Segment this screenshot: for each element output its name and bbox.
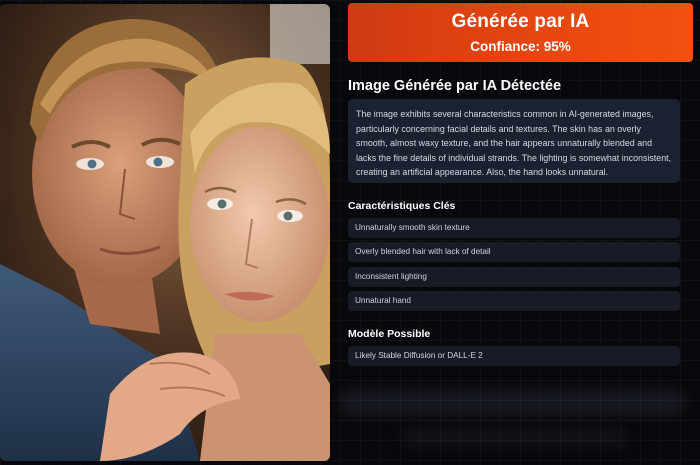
analyzed-photo [0, 4, 330, 461]
confidence-score: Confiance: 95% [470, 39, 571, 54]
model-item: Likely Stable Diffusion or DALL-E 2 [348, 346, 680, 366]
blurred-content [340, 388, 685, 416]
feature-item: Inconsistent lighting [348, 267, 680, 287]
verdict-banner: Générée par IA Confiance: 95% [348, 3, 693, 62]
feature-item: Overly blended hair with lack of detail [348, 242, 680, 262]
feature-item: Unnatural hand [348, 291, 680, 311]
couple-portrait-illustration [0, 4, 330, 461]
features-heading: Caractéristiques Clés [348, 200, 456, 212]
analysis-description: The image exhibits several characteristi… [348, 99, 680, 183]
model-heading: Modèle Possible [348, 328, 431, 340]
analysis-heading: Image Générée par IA Détectée [348, 78, 562, 94]
feature-item: Unnaturally smooth skin texture [348, 218, 680, 238]
verdict-title: Générée par IA [451, 11, 590, 32]
blurred-content [400, 428, 630, 446]
analysis-panel: Générée par IA Confiance: 95% Image Géné… [340, 0, 693, 465]
